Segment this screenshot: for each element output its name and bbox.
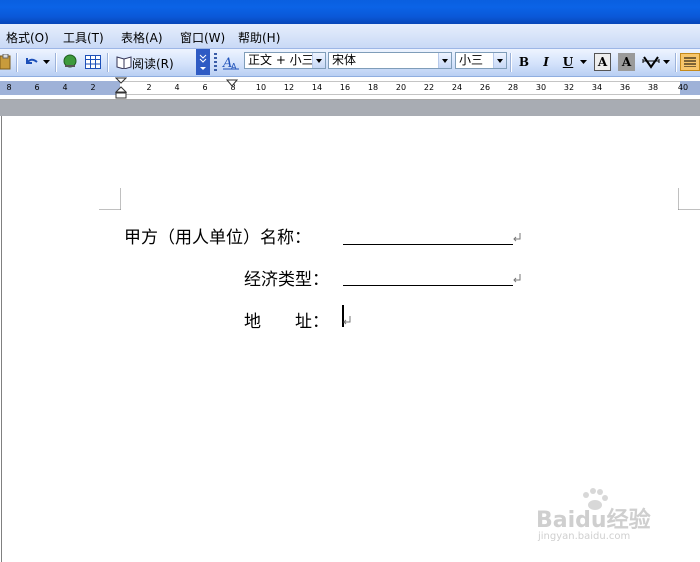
ruler-label: 2: [146, 83, 152, 92]
toolbar-grip[interactable]: [214, 53, 217, 72]
paragraph-mark-icon: [513, 233, 521, 242]
menu-bar: 格式(O) 工具(T) 表格(A) 窗口(W) 帮助(H): [0, 24, 700, 49]
ruler-label: 20: [395, 83, 407, 92]
party-a-name-label: 甲方（用人单位）名称：: [124, 228, 311, 248]
paragraph-mark-icon: [513, 274, 521, 283]
chevron-down-icon[interactable]: [493, 53, 506, 68]
style-combo[interactable]: 正文 + 小三: [244, 52, 326, 69]
chevron-down-icon[interactable]: [438, 53, 451, 68]
menu-help[interactable]: 帮助(H): [238, 29, 280, 46]
paste-icon[interactable]: [0, 53, 12, 71]
ruler-label: 22: [423, 83, 435, 92]
italic-button[interactable]: I: [536, 53, 556, 71]
menu-tools[interactable]: 工具(T): [63, 29, 104, 46]
party-a-name-blank[interactable]: [343, 227, 513, 245]
ruler-label: 38: [647, 83, 659, 92]
economic-type-blank[interactable]: [343, 268, 513, 286]
toolbar-separator: [107, 53, 109, 72]
font-size-value: 小三: [459, 53, 484, 67]
ruler-label: 8: [6, 83, 12, 92]
toolbar-separator: [55, 53, 57, 72]
char-border-button[interactable]: A: [594, 53, 611, 71]
toolbar: 阅读(R) AA 正文 + 小三 宋体 小三 B I U A A: [0, 49, 700, 77]
ruler-label: 10: [255, 83, 267, 92]
font-value: 宋体: [332, 53, 357, 67]
horizontal-ruler[interactable]: 8 6 4 2 2 4 6 8 10 12 14 16 18 20 22 24 …: [0, 77, 700, 100]
ruler-label: 18: [367, 83, 379, 92]
title-bar: [0, 0, 700, 24]
ruler-label: 26: [479, 83, 491, 92]
ruler-label: 6: [34, 83, 40, 92]
read-mode-button[interactable]: 阅读(R): [132, 54, 174, 72]
ruler-label: 2: [90, 83, 96, 92]
watermark-brand: Baidu经验: [536, 508, 651, 533]
toolbar-separator: [16, 53, 18, 72]
align-justify-icon[interactable]: [680, 53, 700, 71]
ruler-label: 12: [283, 83, 295, 92]
styles-icon[interactable]: AA: [221, 53, 241, 71]
ruler-left-margin: [0, 81, 120, 95]
ruler-label: 16: [339, 83, 351, 92]
style-value: 正文 + 小三: [248, 53, 314, 67]
char-scale-icon[interactable]: [641, 53, 661, 71]
font-combo[interactable]: 宋体: [328, 52, 452, 69]
first-line-indent-icon[interactable]: [226, 79, 238, 87]
table-icon[interactable]: [83, 53, 103, 71]
hyperlink-icon[interactable]: [60, 53, 80, 71]
workspace-background: [0, 100, 700, 116]
ruler-label: 28: [507, 83, 519, 92]
indent-marker-icon[interactable]: [115, 77, 127, 99]
paragraph-mark-icon: [343, 316, 351, 325]
chevron-down-icon[interactable]: [312, 53, 325, 68]
char-shading-button[interactable]: A: [618, 53, 635, 71]
ruler-label: 40: [677, 83, 689, 92]
ruler-label: 14: [311, 83, 323, 92]
font-size-combo[interactable]: 小三: [455, 52, 507, 69]
watermark-url: jingyan.baidu.com: [538, 531, 631, 542]
ruler-label: 36: [619, 83, 631, 92]
ruler-label: 30: [535, 83, 547, 92]
char-scale-dropdown-icon[interactable]: [662, 53, 671, 71]
baidu-watermark: Baidu经验 jingyan.baidu.com: [536, 488, 666, 548]
underline-button[interactable]: U: [558, 53, 578, 71]
ruler-label: 4: [62, 83, 68, 92]
undo-icon[interactable]: [21, 53, 41, 71]
ruler-label: 34: [591, 83, 603, 92]
page-corner-marker-right: [678, 188, 700, 210]
ruler-label: 24: [451, 83, 463, 92]
bold-button[interactable]: B: [514, 53, 534, 71]
toolbar-separator: [510, 53, 512, 72]
toolbar-separator: [675, 53, 677, 72]
ruler-label: 32: [563, 83, 575, 92]
ruler-label: 6: [202, 83, 208, 92]
economic-type-label: 经济类型：: [244, 270, 329, 290]
menu-table[interactable]: 表格(A): [121, 29, 163, 46]
ruler-label: 4: [174, 83, 180, 92]
menu-format[interactable]: 格式(O): [6, 29, 49, 46]
undo-dropdown-icon[interactable]: [42, 53, 51, 71]
address-label: 地 址：: [244, 312, 329, 332]
menu-window[interactable]: 窗口(W): [180, 29, 225, 46]
underline-dropdown-icon[interactable]: [579, 53, 588, 71]
toolbar-overflow-icon[interactable]: [196, 49, 210, 75]
page-corner-marker-left: [99, 188, 121, 210]
